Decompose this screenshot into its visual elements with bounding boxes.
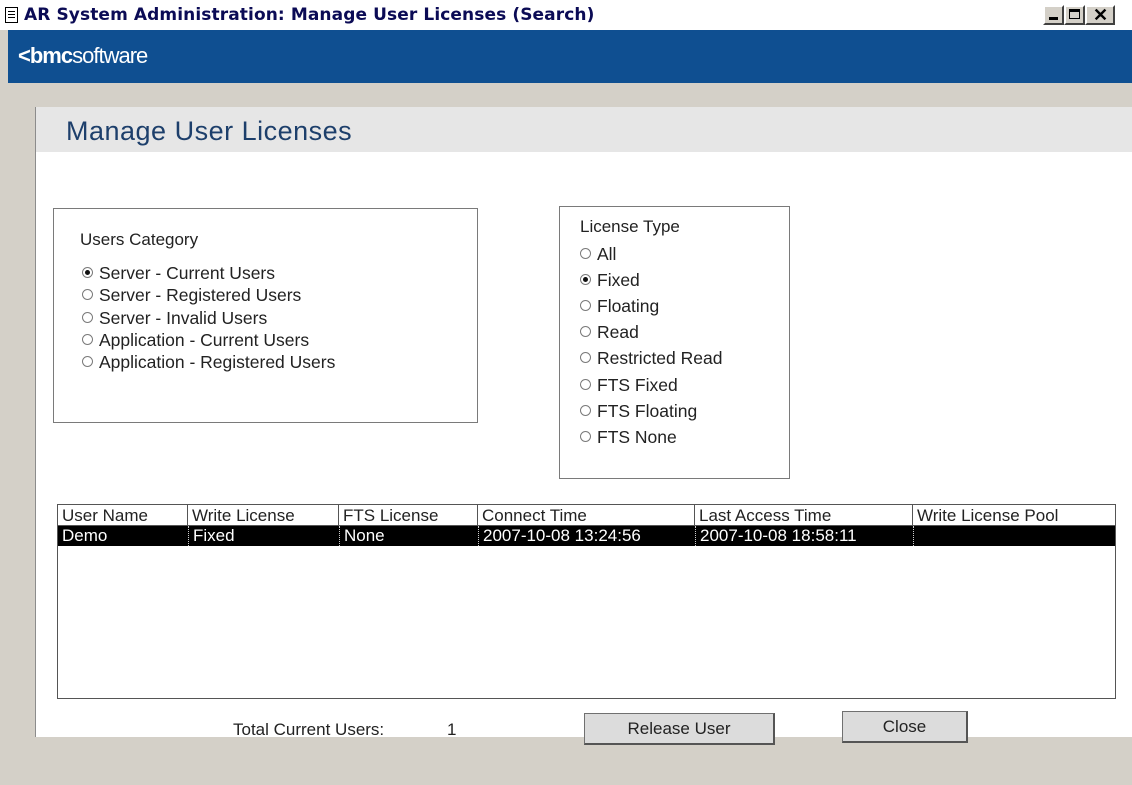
page-title: Manage User Licenses xyxy=(66,116,353,146)
maximize-icon xyxy=(1069,9,1080,19)
radio-button[interactable] xyxy=(580,247,591,259)
column-header[interactable]: Connect Time xyxy=(478,505,695,526)
table-cell xyxy=(913,526,1115,546)
users-category-option[interactable]: Server - Current Users xyxy=(82,262,275,284)
license-type-option[interactable]: FTS Floating xyxy=(580,400,697,422)
radio-label: Read xyxy=(597,322,639,342)
table-cell: None xyxy=(339,526,478,546)
license-type-option[interactable]: FTS Fixed xyxy=(580,374,678,396)
bmc-logo: <bmcsoftware xyxy=(18,43,148,68)
radio-label: Application - Registered Users xyxy=(99,352,336,372)
close-window-button[interactable]: ✕ xyxy=(1085,5,1115,25)
users-category-option[interactable]: Server - Invalid Users xyxy=(82,307,267,329)
radio-button[interactable] xyxy=(580,299,591,311)
window-title: AR System Administration: Manage User Li… xyxy=(24,5,595,25)
table-cell: 2007-10-08 13:24:56 xyxy=(478,526,695,546)
radio-button[interactable] xyxy=(580,430,591,442)
radio-button[interactable] xyxy=(580,325,591,337)
radio-label: Fixed xyxy=(597,270,640,290)
minimize-icon xyxy=(1049,17,1058,20)
radio-label: Server - Registered Users xyxy=(99,285,302,305)
radio-label: FTS Fixed xyxy=(597,375,678,395)
license-type-option[interactable]: All xyxy=(580,243,616,265)
radio-button[interactable] xyxy=(580,273,591,285)
table-cell: Demo xyxy=(62,526,108,545)
license-type-option[interactable]: FTS None xyxy=(580,426,677,448)
radio-label: Application - Current Users xyxy=(99,330,310,350)
table-row[interactable]: Demo Fixed None 2007-10-08 13:24:56 2007-10-… xyxy=(58,526,1115,546)
total-users-label: Total Current Users: xyxy=(233,720,385,739)
users-category-option[interactable]: Server - Registered Users xyxy=(82,284,301,306)
radio-label: FTS Floating xyxy=(597,401,698,421)
table-header: User Name Write License FTS License Connect… xyxy=(58,505,1115,526)
radio-label: Floating xyxy=(597,296,660,316)
close-button[interactable]: Close xyxy=(842,711,968,743)
brand-bar: <bmcsoftware xyxy=(8,30,1132,83)
license-type-option[interactable]: Floating xyxy=(580,295,659,317)
title-bar: AR System Administration: Manage User Li… xyxy=(0,0,1132,31)
release-user-button[interactable]: Release User xyxy=(584,713,775,745)
radio-button[interactable] xyxy=(82,333,93,345)
column-header[interactable]: User Name xyxy=(58,505,188,526)
column-header[interactable]: FTS License xyxy=(339,505,478,526)
radio-button[interactable] xyxy=(580,351,591,363)
users-category-option[interactable]: Application - Registered Users xyxy=(82,351,335,373)
minimize-button[interactable] xyxy=(1043,5,1064,25)
users-category-option[interactable]: Application - Current Users xyxy=(82,329,309,351)
license-type-label: License Type xyxy=(580,217,680,236)
user-licenses-table[interactable]: User Name Write License FTS License Connect… xyxy=(57,504,1116,699)
column-header[interactable]: Write License xyxy=(188,505,339,526)
maximize-button[interactable] xyxy=(1064,5,1085,25)
users-category-label: Users Category xyxy=(80,230,199,249)
panel-header: Manage User Licenses xyxy=(36,107,1132,152)
radio-label: FTS None xyxy=(597,427,677,447)
radio-label: Server - Invalid Users xyxy=(99,308,268,328)
table-cell: 2007-10-08 18:58:11 xyxy=(695,526,913,546)
radio-label: Server - Current Users xyxy=(99,263,276,283)
column-header[interactable]: Write License Pool xyxy=(913,505,1115,526)
column-header[interactable]: Last Access Time xyxy=(695,505,913,526)
radio-label: All xyxy=(597,244,617,264)
total-users-value: 1 xyxy=(447,720,457,739)
license-type-option[interactable]: Fixed xyxy=(580,269,640,291)
radio-button[interactable] xyxy=(82,355,93,367)
license-type-option[interactable]: Read xyxy=(580,321,639,343)
radio-button[interactable] xyxy=(82,288,93,300)
radio-label: Restricted Read xyxy=(597,348,723,368)
radio-button[interactable] xyxy=(82,266,93,278)
radio-button[interactable] xyxy=(580,404,591,416)
license-type-option[interactable]: Restricted Read xyxy=(580,347,722,369)
table-cell: Fixed xyxy=(188,526,339,546)
document-icon xyxy=(5,7,18,23)
radio-button[interactable] xyxy=(82,311,93,323)
close-icon: ✕ xyxy=(1093,5,1109,25)
radio-button[interactable] xyxy=(580,378,591,390)
